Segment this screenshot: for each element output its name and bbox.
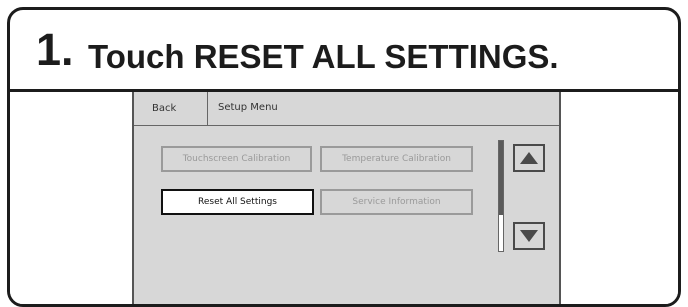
temperature-calibration-button[interactable]: Temperature Calibration [320,146,473,172]
screen-topbar: Back Setup Menu [134,92,559,126]
temperature-calibration-label: Temperature Calibration [342,154,451,164]
up-arrow-icon [520,152,538,164]
reset-all-settings-button[interactable]: Reset All Settings [161,189,314,215]
step-instruction: Touch RESET ALL SETTINGS. [88,38,559,75]
step-number: 1. [36,24,74,75]
scroll-down-button[interactable] [513,222,545,250]
touchscreen: Back Setup Menu Touchscreen Calibration … [133,92,560,304]
back-button[interactable]: Back [134,92,208,125]
menu-title: Setup Menu [218,102,278,113]
left-bezel [10,92,133,304]
step-header: 1. Touch RESET ALL SETTINGS. [10,10,678,92]
service-information-label: Service Information [352,197,441,207]
scroll-up-button[interactable] [513,144,545,172]
scrollbar[interactable] [498,140,504,252]
right-bezel [560,92,678,304]
down-arrow-icon [520,230,538,242]
touchscreen-calibration-button[interactable]: Touchscreen Calibration [161,146,312,172]
instruction-card: 1. Touch RESET ALL SETTINGS. Back Setup … [7,7,681,307]
scrollbar-thumb[interactable] [499,141,503,215]
reset-all-settings-label: Reset All Settings [198,197,277,207]
touchscreen-calibration-label: Touchscreen Calibration [182,154,291,164]
device-illustration: Back Setup Menu Touchscreen Calibration … [10,92,678,304]
back-button-label: Back [152,103,177,114]
service-information-button[interactable]: Service Information [320,189,473,215]
